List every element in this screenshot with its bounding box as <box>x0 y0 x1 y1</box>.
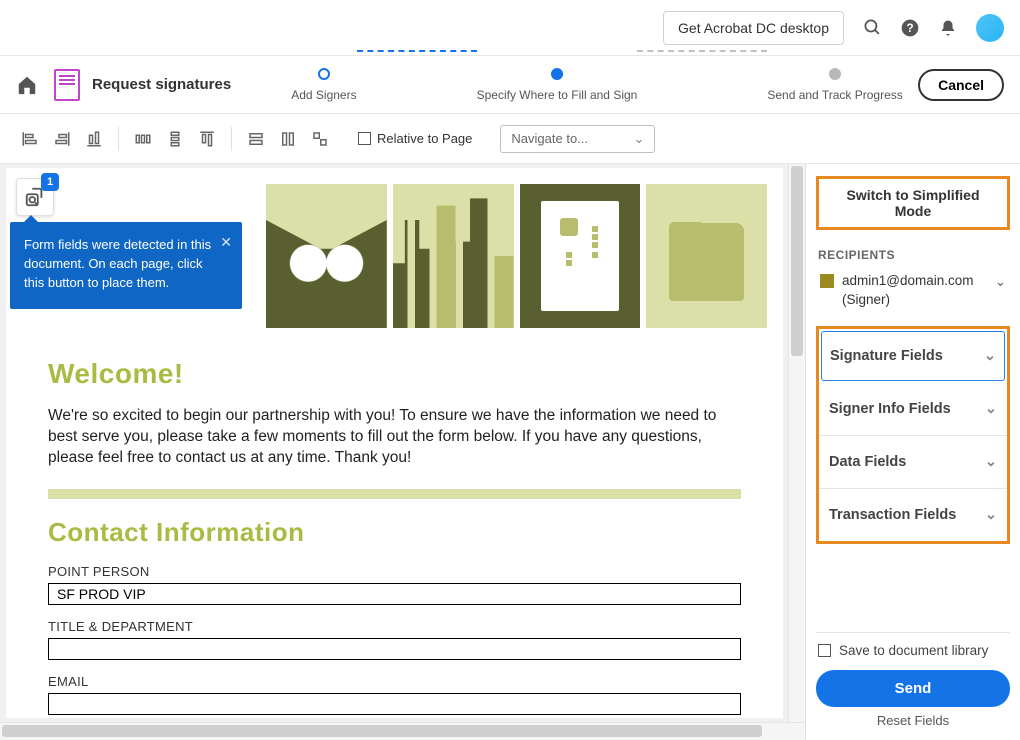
chevron-down-icon: ⌄ <box>985 507 997 523</box>
top-bar: Get Acrobat DC desktop ? <box>0 0 1020 56</box>
welcome-heading: Welcome! <box>48 358 741 390</box>
checkbox-icon[interactable] <box>358 132 371 145</box>
progress-bar: Request signatures Add Signers Specify W… <box>0 56 1020 114</box>
detect-fields-button[interactable]: 1 <box>16 178 54 216</box>
detect-fields-tooltip: Form fields were detected in this docume… <box>10 222 242 309</box>
home-icon[interactable] <box>16 74 38 96</box>
detect-count-badge: 1 <box>41 173 59 191</box>
avatar[interactable] <box>976 14 1004 42</box>
close-icon[interactable]: ✕ <box>220 232 232 252</box>
title-dept-label: TITLE & DEPARTMENT <box>48 619 741 634</box>
align-left-icon[interactable] <box>16 125 44 153</box>
distribute-h-icon[interactable] <box>129 125 157 153</box>
tool-title: Request signatures <box>92 76 231 93</box>
chevron-down-icon: ⌄ <box>985 401 997 417</box>
category-signature-fields[interactable]: Signature Fields⌄ <box>821 331 1005 381</box>
category-data-fields[interactable]: Data Fields⌄ <box>819 436 1007 489</box>
section-heading: Contact Information <box>48 517 741 548</box>
document-icon <box>54 69 80 101</box>
reset-fields-link[interactable]: Reset Fields <box>816 713 1010 728</box>
document-canvas[interactable]: 1 Form fields were detected in this docu… <box>0 164 805 740</box>
align-top-icon[interactable] <box>80 125 108 153</box>
main-area: 1 Form fields were detected in this docu… <box>0 164 1020 740</box>
panel-footer: Save to document library Send Reset Fiel… <box>816 632 1010 728</box>
recipient-role: (Signer) <box>842 292 890 307</box>
point-person-label: POINT PERSON <box>48 564 741 579</box>
bell-icon[interactable] <box>938 18 958 38</box>
banner-folder <box>646 184 767 328</box>
vertical-scrollbar[interactable] <box>788 164 805 722</box>
email-label: EMAIL <box>48 674 741 689</box>
switch-simplified-button[interactable]: Switch to Simplified Mode <box>816 176 1010 230</box>
match-height-icon[interactable] <box>274 125 302 153</box>
navigate-dropdown[interactable]: Navigate to... ⌄ <box>500 125 655 153</box>
banner-handshake <box>266 184 387 328</box>
search-icon[interactable] <box>862 18 882 38</box>
step-send-track[interactable]: Send and Track Progress <box>767 68 902 102</box>
navigate-placeholder: Navigate to... <box>511 131 588 146</box>
step-specify[interactable]: Specify Where to Fill and Sign <box>477 68 638 102</box>
recipient-email: admin1@domain.com <box>842 273 974 288</box>
progress-steps: Add Signers Specify Where to Fill and Si… <box>291 68 903 102</box>
align-bottom-icon[interactable] <box>193 125 221 153</box>
category-signer-info-fields[interactable]: Signer Info Fields⌄ <box>819 383 1007 436</box>
email-input[interactable] <box>48 693 741 715</box>
field-toolbar: Relative to Page Navigate to... ⌄ <box>0 114 1020 164</box>
help-icon[interactable]: ? <box>900 18 920 38</box>
relative-to-page-label: Relative to Page <box>377 131 472 146</box>
svg-text:?: ? <box>906 22 913 35</box>
welcome-paragraph: We're so excited to begin our partnershi… <box>48 406 741 469</box>
match-size-icon[interactable] <box>306 125 334 153</box>
step-add-signers[interactable]: Add Signers <box>291 68 356 102</box>
match-width-icon[interactable] <box>242 125 270 153</box>
distribute-v-icon[interactable] <box>161 125 189 153</box>
checkbox-icon[interactable] <box>818 644 831 657</box>
chevron-down-icon: ⌄ <box>984 348 996 364</box>
save-to-library-label: Save to document library <box>839 643 988 658</box>
banner-city <box>393 184 514 328</box>
chevron-down-icon: ⌄ <box>634 131 645 147</box>
cancel-button[interactable]: Cancel <box>918 69 1004 101</box>
save-to-library-toggle[interactable]: Save to document library <box>816 643 1010 658</box>
align-right-icon[interactable] <box>48 125 76 153</box>
field-categories: Signature Fields⌄ Signer Info Fields⌄ Da… <box>816 326 1010 544</box>
banner-resume <box>520 184 641 328</box>
chevron-down-icon[interactable]: ⌄ <box>995 274 1006 290</box>
recipient-color-swatch <box>820 274 834 288</box>
recipients-heading: RECIPIENTS <box>816 248 1010 262</box>
recipient-item[interactable]: admin1@domain.com (Signer) ⌄ <box>816 270 1010 312</box>
title-dept-input[interactable] <box>48 638 741 660</box>
relative-to-page-toggle[interactable]: Relative to Page <box>358 131 472 146</box>
get-desktop-button[interactable]: Get Acrobat DC desktop <box>663 11 844 45</box>
right-panel: Switch to Simplified Mode RECIPIENTS adm… <box>805 164 1020 740</box>
category-transaction-fields[interactable]: Transaction Fields⌄ <box>819 489 1007 541</box>
point-person-input[interactable] <box>48 583 741 605</box>
send-button[interactable]: Send <box>816 670 1010 707</box>
horizontal-scrollbar[interactable] <box>0 722 805 740</box>
divider <box>48 489 741 499</box>
chevron-down-icon: ⌄ <box>985 454 997 470</box>
